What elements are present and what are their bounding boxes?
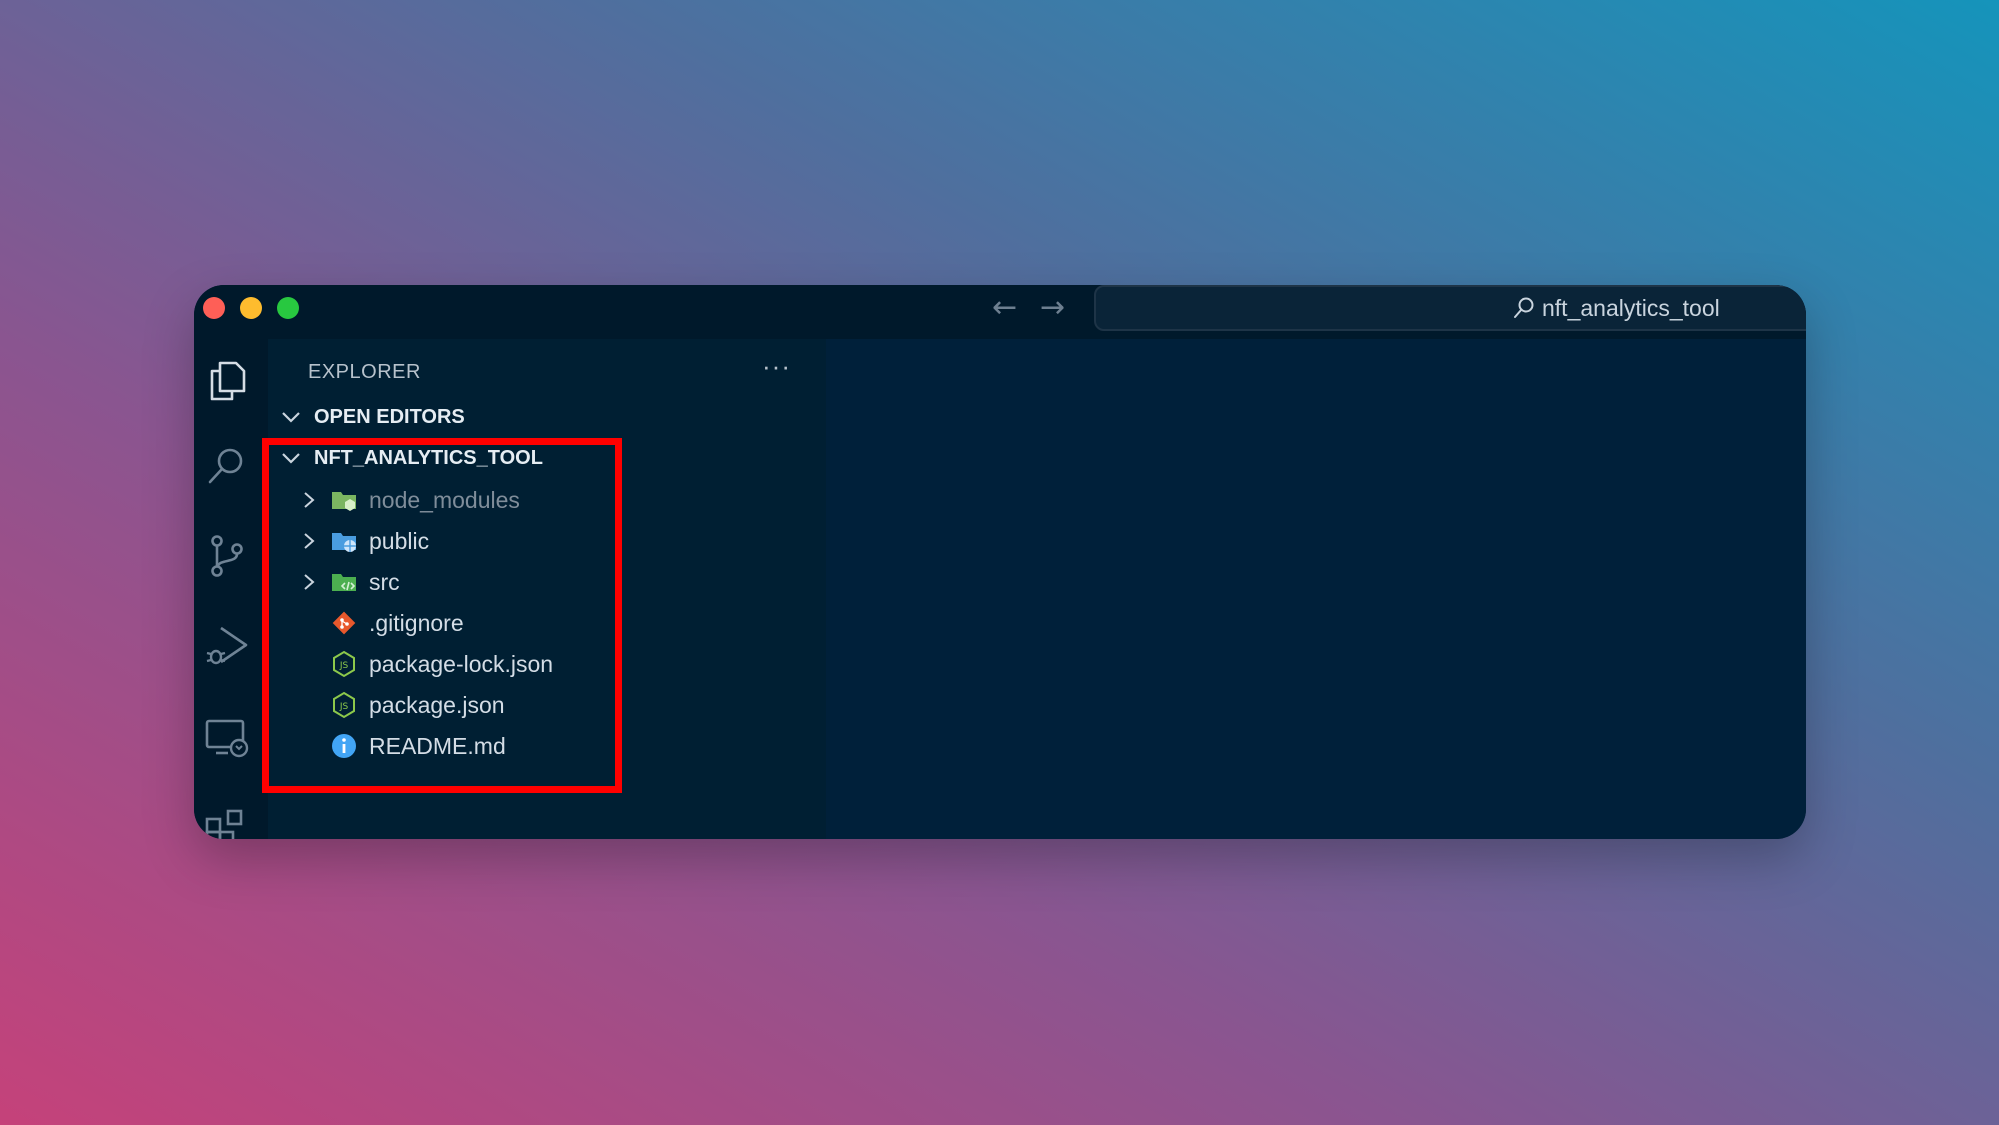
back-arrow-icon[interactable]: ← [992,293,1017,323]
extensions-icon[interactable] [204,805,250,839]
chevron-down-icon [282,412,300,423]
minimize-window-button[interactable] [240,297,262,319]
run-debug-icon[interactable] [204,623,250,669]
title-bar: ← → nft_analytics_tool [194,285,1806,339]
editor-area [826,339,1806,839]
search-icon[interactable] [204,443,250,489]
more-actions-button[interactable]: ··· [762,351,791,382]
workspace-name: nft_analytics_tool [1542,295,1720,321]
activity-bar [194,339,268,839]
explorer-title: EXPLORER [308,361,421,383]
explorer-icon[interactable] [204,357,250,403]
open-editors-label: OPEN EDITORS [314,405,465,428]
forward-arrow-icon[interactable]: → [1040,293,1065,323]
open-editors-section[interactable]: OPEN EDITORS [278,402,465,432]
search-icon [1514,297,1534,318]
remote-explorer-icon[interactable] [204,715,250,761]
source-control-icon[interactable] [204,533,250,579]
highlight-annotation-box [262,438,622,793]
maximize-window-button[interactable] [277,297,299,319]
command-center-search[interactable]: nft_analytics_tool [1094,285,1806,331]
close-window-button[interactable] [203,297,225,319]
